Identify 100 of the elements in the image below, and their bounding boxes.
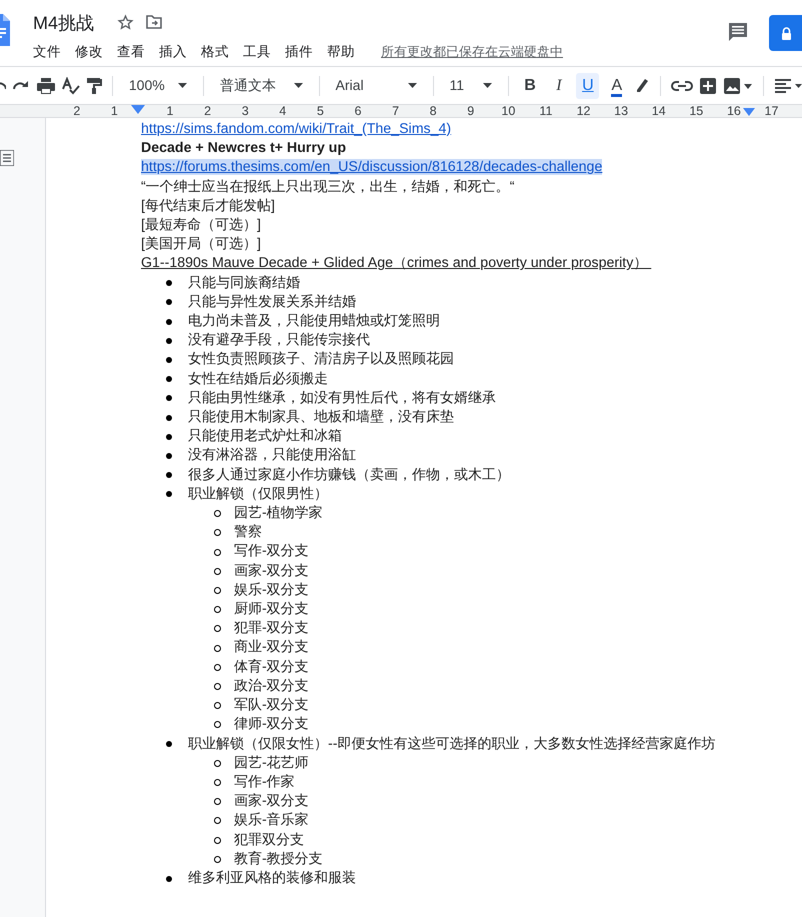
list-item: 写作-双分支 <box>234 542 309 562</box>
list-item: 画家-双分支 <box>234 562 309 581</box>
section-heading: G1--1890s Mauve Decade + Glided Age（crimes and poverty under prosperity） <box>141 255 648 272</box>
caret-icon <box>178 83 187 88</box>
list-item: 律师-双分支 <box>234 715 309 734</box>
dropdown[interactable]: Arial <box>330 75 423 96</box>
document-title[interactable]: M4挑战 <box>33 10 94 37</box>
outline-icon[interactable] <box>0 150 14 166</box>
heading: Decade + Newcres t+ Hurry up <box>141 139 348 158</box>
menu-item[interactable]: 修改 <box>75 42 111 62</box>
ruler-number: 15 <box>689 104 704 118</box>
ruler-number: 6 <box>354 104 362 118</box>
bullet-icon <box>214 664 221 671</box>
bullet-icon <box>166 299 172 306</box>
bullet-icon <box>214 529 221 536</box>
bullet-icon <box>214 836 221 844</box>
save-status[interactable]: 所有更改都已保存在云端硬盘中 <box>381 42 563 62</box>
list-item: 犯罪-双分支 <box>234 619 309 638</box>
menu-item[interactable]: 工具 <box>243 42 279 62</box>
menu-item[interactable]: 格式 <box>201 42 237 62</box>
indent-marker-icon[interactable] <box>743 108 755 116</box>
bullet-icon <box>166 338 172 344</box>
bullet-icon <box>166 491 172 498</box>
link[interactable]: https://forums.thesims.com/en_US/discussion/816128/decades-challenge <box>141 159 602 176</box>
list-item: 只能使用木制家具、地板和墙壁，没有床垫 <box>188 408 454 428</box>
caret-icon <box>482 83 492 88</box>
comment-icon[interactable] <box>728 22 748 42</box>
print-icon[interactable] <box>36 76 56 94</box>
format-button[interactable]: A <box>605 72 628 98</box>
bullet-icon <box>214 625 221 632</box>
highlight-icon[interactable] <box>634 76 650 94</box>
list-item: 职业解锁（仅限男性） <box>188 484 328 504</box>
ruler-number: 7 <box>392 104 400 118</box>
bullet-icon <box>166 472 172 478</box>
ruler-number: 1 <box>166 104 174 118</box>
bullet-icon <box>214 798 221 806</box>
menu-item[interactable]: 查看 <box>117 42 153 62</box>
link[interactable]: https://sims.fandom.com/wiki/Trait_(The_Sims_4) <box>141 121 452 137</box>
list-item: 商业-双分支 <box>234 638 309 658</box>
caret-icon <box>294 83 303 88</box>
align-icon[interactable] <box>774 76 802 94</box>
paragraph: [美国开局（可选）] <box>141 235 262 254</box>
bullet-icon <box>214 682 221 690</box>
bullet-icon <box>166 453 172 460</box>
bullet-icon <box>214 644 221 652</box>
bullet-icon <box>214 548 221 556</box>
list-item: 厨师-双分支 <box>234 600 309 620</box>
menu-item[interactable]: 插入 <box>159 42 195 62</box>
ruler-number: 10 <box>501 104 516 118</box>
ruler-number: 12 <box>576 104 590 118</box>
image-icon[interactable] <box>723 76 754 94</box>
dropdown[interactable]: 100% <box>122 75 193 96</box>
list-item: 女性在结婚后必须搬走 <box>188 370 328 389</box>
ruler-number: 8 <box>430 104 437 118</box>
share-button[interactable] <box>769 15 802 51</box>
list-item: 军队-双分支 <box>234 696 309 716</box>
bullet-icon <box>166 318 172 325</box>
paint-format-icon[interactable] <box>86 76 102 94</box>
star-icon[interactable] <box>117 14 134 31</box>
ruler-number: 5 <box>316 104 324 118</box>
bullet-icon <box>214 779 221 786</box>
folder-icon[interactable] <box>146 15 162 29</box>
list-item: 很多人通过家庭小作坊赚钱（卖画，作物，或木工） <box>188 466 510 485</box>
spellcheck-icon[interactable] <box>62 76 80 94</box>
list-item: 没有淋浴器，只能使用浴缸 <box>188 446 356 466</box>
menu-item[interactable]: 帮助 <box>327 42 363 62</box>
list-item: 政治-双分支 <box>234 676 309 696</box>
ruler-number: 14 <box>652 104 666 118</box>
bullet-icon <box>166 741 172 748</box>
list-item: 只能与异性发展关系并结婚 <box>188 292 356 312</box>
menu-item[interactable]: 文件 <box>33 42 69 62</box>
bullet-icon <box>166 434 172 440</box>
paragraph: “一个绅士应当在报纸上只出现三次，出生，结婚，和死亡。“ <box>141 178 516 197</box>
add-comment-icon[interactable] <box>699 76 718 94</box>
format-button[interactable]: I <box>548 72 570 98</box>
bullet-icon <box>214 760 221 767</box>
bullet-icon <box>214 606 221 614</box>
list-item: 写作-作家 <box>234 772 295 792</box>
bullet-icon <box>214 817 221 824</box>
format-button[interactable]: U <box>576 72 600 98</box>
indent-marker-icon[interactable] <box>131 105 145 114</box>
list-item: 教育-教授分支 <box>234 850 323 869</box>
ruler-number: 2 <box>73 104 80 118</box>
list-item: 娱乐-双分支 <box>234 580 309 600</box>
list-item: 只能与同族裔结婚 <box>188 274 300 293</box>
list-item: 警察 <box>234 523 262 542</box>
bullet-icon <box>166 414 172 421</box>
list-item: 园艺-植物学家 <box>234 504 323 524</box>
ruler-number: 11 <box>539 104 552 118</box>
dropdown[interactable]: 普通文本 <box>214 75 309 96</box>
bullet-icon <box>214 586 221 594</box>
bullet-icon <box>166 876 172 882</box>
format-button[interactable]: B <box>518 72 542 98</box>
ruler-number: 4 <box>279 104 286 118</box>
menu-item[interactable]: 插件 <box>285 42 321 62</box>
dropdown[interactable]: 11 <box>443 75 498 96</box>
ruler-number: 17 <box>764 104 778 118</box>
lock-icon <box>781 26 792 40</box>
list-item: 只能使用老式炉灶和冰箱 <box>188 427 342 446</box>
bullet-icon <box>214 568 221 575</box>
